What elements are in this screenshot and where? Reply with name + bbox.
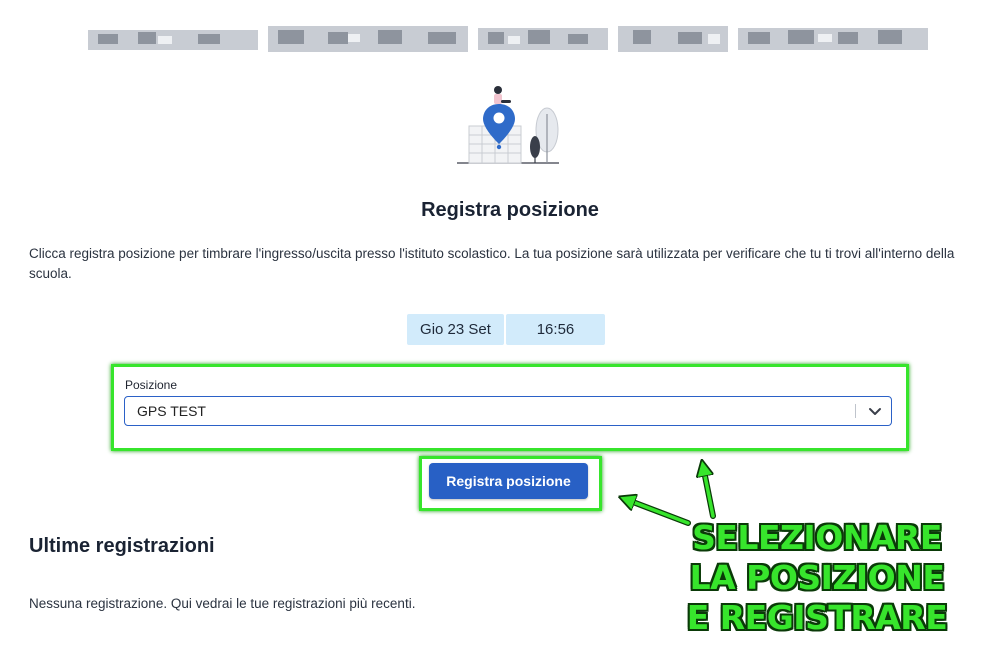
callout-line-2: LA POSIZIONE (689, 558, 945, 597)
position-select[interactable]: GPS TEST (124, 396, 892, 426)
select-separator (855, 404, 856, 418)
recent-empty-message: Nessuna registrazione. Qui vedrai le tue… (29, 596, 416, 611)
callout-line-3: E REGISTRARE (686, 598, 948, 637)
arrow-to-button (625, 499, 691, 526)
annotation-callout: SELEZIONARE LA POSIZIONE E REGISTRARE (684, 518, 950, 638)
position-select-value: GPS TEST (137, 403, 206, 419)
position-label: Posizione (125, 378, 178, 392)
page-title: Registra posizione (421, 199, 599, 221)
date-chip: Gio 23 Set (407, 314, 504, 345)
arrow-to-select (703, 466, 716, 519)
location-illustration (457, 86, 559, 164)
page-description: Clicca registra posizione per timbrare l… (29, 246, 955, 281)
chevron-down-icon[interactable] (867, 403, 883, 419)
redacted-school-name (88, 26, 928, 52)
datetime-display: Gio 23 Set 16:56 (407, 314, 605, 345)
time-chip: 16:56 (506, 314, 605, 345)
callout-line-1: SELEZIONARE (692, 518, 942, 557)
register-position-button[interactable]: Registra posizione (429, 463, 588, 499)
recent-registrations-title: Ultime registrazioni (29, 535, 215, 557)
